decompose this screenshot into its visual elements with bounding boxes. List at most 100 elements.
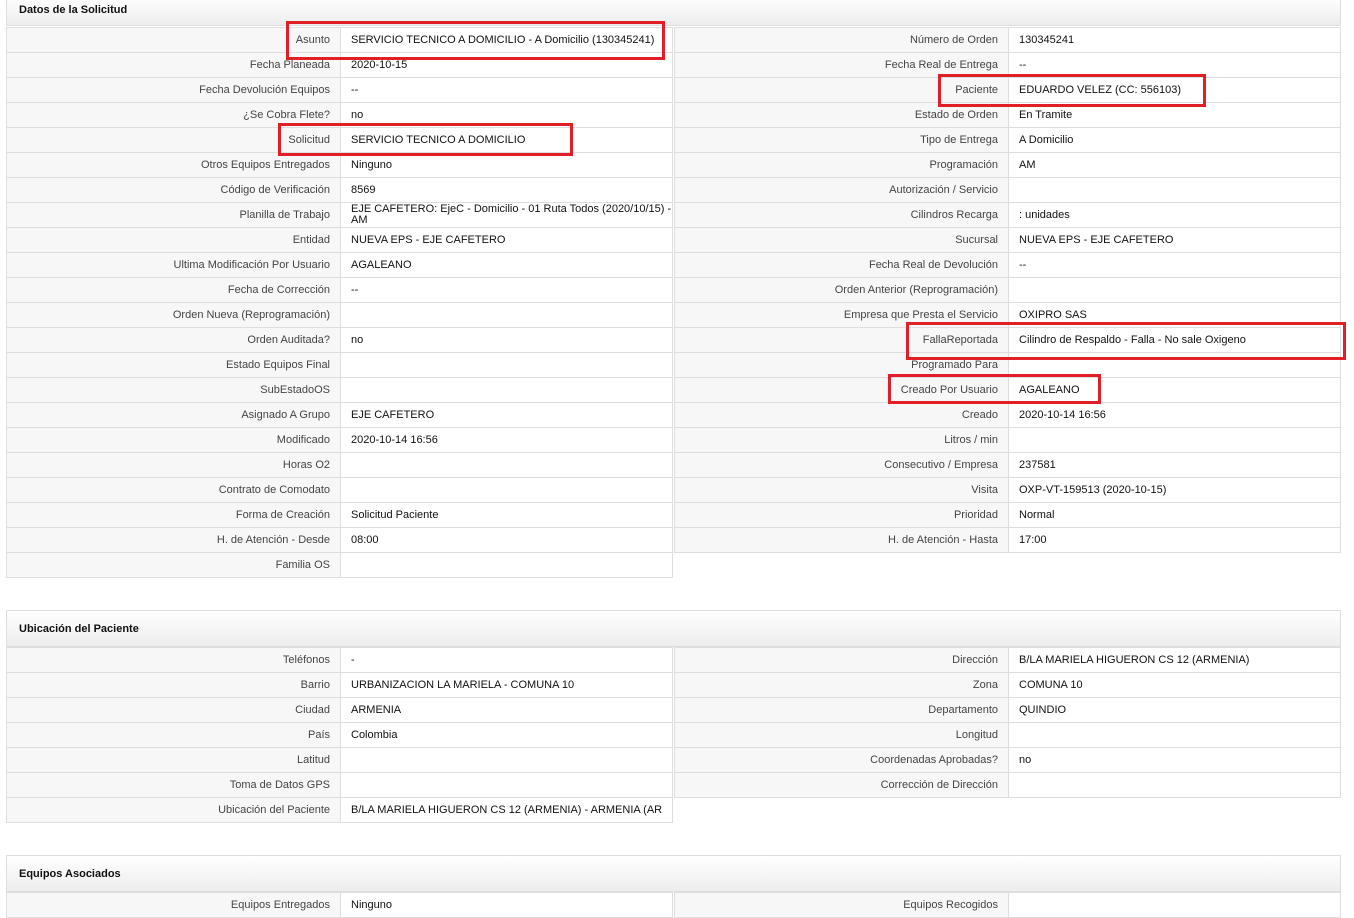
head-solicitud: Datos de la Solicitud — [6, 0, 1341, 26]
field-label-toma-de-datos-gps: Toma de Datos GPS — [6, 772, 341, 798]
field-label-fecha-devolucion-equipos: Fecha Devolución Equipos — [6, 77, 341, 103]
field-label-orden-auditada: Orden Auditada? — [6, 327, 341, 353]
field-value-zona: COMUNA 10 — [1008, 672, 1341, 698]
field-label-asignado-a-grupo: Asignado A Grupo — [6, 402, 341, 428]
field-value-ciudad: ARMENIA — [340, 697, 673, 723]
field-label-estado-de-orden: Estado de Orden — [674, 102, 1009, 128]
field-value-fallareportada: Cilindro de Respaldo - Falla - No sale O… — [1008, 327, 1341, 353]
field-value-modificado: 2020-10-14 16:56 — [340, 427, 673, 453]
head-equipos: Equipos Asociados — [6, 855, 1341, 892]
field-label-contrato-de-comodato: Contrato de Comodato — [6, 477, 341, 503]
field-label-equipos-entregados: Equipos Entregados — [6, 892, 341, 918]
field-value-programacion: AM — [1008, 152, 1341, 178]
field-label-longitud: Longitud — [674, 722, 1009, 748]
field-value-otros-equipos-entregados: Ninguno — [340, 152, 673, 178]
field-value-fecha-real-de-devolucion: -- — [1008, 252, 1341, 278]
field-label-latitud: Latitud — [6, 747, 341, 773]
field-value-barrio: URBANIZACION LA MARIELA - COMUNA 10 — [340, 672, 673, 698]
field-value-asignado-a-grupo: EJE CAFETERO — [340, 402, 673, 428]
head-ubicacion: Ubicación del Paciente — [6, 610, 1341, 647]
field-label-zona: Zona — [674, 672, 1009, 698]
field-label-ubicacion-del-paciente: Ubicación del Paciente — [6, 797, 341, 823]
field-value-codigo-de-verificacion: 8569 — [340, 177, 673, 203]
field-label-ciudad: Ciudad — [6, 697, 341, 723]
field-value-equipos-entregados: Ninguno — [340, 892, 673, 918]
field-label-creado-por-usuario: Creado Por Usuario — [674, 377, 1009, 403]
field-label-equipos-recogidos: Equipos Recogidos — [674, 892, 1009, 918]
field-label-litros-min: Litros / min — [674, 427, 1009, 453]
field-value-equipos-recogidos — [1008, 892, 1341, 918]
field-label-fecha-planeada: Fecha Planeada — [6, 52, 341, 78]
field-label-direccion: Dirección — [674, 647, 1009, 673]
field-label-forma-de-creacion: Forma de Creación — [6, 502, 341, 528]
field-label-h-de-atencion-desde: H. de Atención - Desde — [6, 527, 341, 553]
field-value-programado-para — [1008, 352, 1341, 378]
field-label-fecha-real-de-entrega: Fecha Real de Entrega — [674, 52, 1009, 78]
field-value-sucursal: NUEVA EPS - EJE CAFETERO — [1008, 227, 1341, 253]
field-value-numero-de-orden: 130345241 — [1008, 27, 1341, 53]
field-label-se-cobra-flete: ¿Se Cobra Flete? — [6, 102, 341, 128]
field-label-consecutivo-empresa: Consecutivo / Empresa — [674, 452, 1009, 478]
field-label-numero-de-orden: Número de Orden — [674, 27, 1009, 53]
field-value-litros-min — [1008, 427, 1341, 453]
field-value-latitud — [340, 747, 673, 773]
field-label-barrio: Barrio — [6, 672, 341, 698]
field-value-empresa-que-presta-el-servicio: OXIPRO SAS — [1008, 302, 1341, 328]
field-label-autorizacion-servicio: Autorización / Servicio — [674, 177, 1009, 203]
field-value-h-de-atencion-hasta: 17:00 — [1008, 527, 1341, 553]
field-value-estado-de-orden: En Tramite — [1008, 102, 1341, 128]
field-label-planilla-de-trabajo: Planilla de Trabajo — [6, 202, 341, 228]
field-label-departamento: Departamento — [674, 697, 1009, 723]
field-value-ubicacion-del-paciente: B/LA MARIELA HIGUERON CS 12 (ARMENIA) - … — [340, 797, 673, 823]
field-label-creado: Creado — [674, 402, 1009, 428]
field-label-solicitud: Solicitud — [6, 127, 341, 153]
field-value-departamento: QUINDIO — [1008, 697, 1341, 723]
field-label-tipo-de-entrega: Tipo de Entrega — [674, 127, 1009, 153]
field-value-paciente: EDUARDO VELEZ (CC: 556103) — [1008, 77, 1341, 103]
field-value-tipo-de-entrega: A Domicilio — [1008, 127, 1341, 153]
field-label-subestadoos: SubEstadoOS — [6, 377, 341, 403]
field-label-codigo-de-verificacion: Código de Verificación — [6, 177, 341, 203]
section-title: Equipos Asociados — [19, 868, 121, 880]
field-value-orden-auditada: no — [340, 327, 673, 353]
field-label-estado-equipos-final: Estado Equipos Final — [6, 352, 341, 378]
field-label-modificado: Modificado — [6, 427, 341, 453]
field-label-paciente: Paciente — [674, 77, 1009, 103]
field-value-pais: Colombia — [340, 722, 673, 748]
field-label-cilindros-recarga: Cilindros Recarga — [674, 202, 1009, 228]
field-value-h-de-atencion-desde: 08:00 — [340, 527, 673, 553]
field-label-asunto: Asunto — [6, 27, 341, 53]
field-label-otros-equipos-entregados: Otros Equipos Entregados — [6, 152, 341, 178]
field-value-subestadoos — [340, 377, 673, 403]
field-value-telefonos: - — [340, 647, 673, 673]
field-label-correccion-de-direccion: Corrección de Dirección — [674, 772, 1009, 798]
field-label-visita: Visita — [674, 477, 1009, 503]
field-value-fecha-devolucion-equipos: -- — [340, 77, 673, 103]
field-label-pais: País — [6, 722, 341, 748]
field-value-fecha-de-correccion: -- — [340, 277, 673, 303]
field-value-prioridad: Normal — [1008, 502, 1341, 528]
field-value-direccion: B/LA MARIELA HIGUERON CS 12 (ARMENIA) — [1008, 647, 1341, 673]
field-value-entidad: NUEVA EPS - EJE CAFETERO — [340, 227, 673, 253]
field-value-correccion-de-direccion — [1008, 772, 1341, 798]
field-label-sucursal: Sucursal — [674, 227, 1009, 253]
field-value-ultima-modificacion-por-usuario: AGALEANO — [340, 252, 673, 278]
field-value-estado-equipos-final — [340, 352, 673, 378]
field-label-fecha-de-correccion: Fecha de Corrección — [6, 277, 341, 303]
field-label-telefonos: Teléfonos — [6, 647, 341, 673]
field-value-toma-de-datos-gps — [340, 772, 673, 798]
field-label-entidad: Entidad — [6, 227, 341, 253]
field-label-h-de-atencion-hasta: H. de Atención - Hasta — [674, 527, 1009, 553]
field-label-orden-nueva-reprogramacion: Orden Nueva (Reprogramación) — [6, 302, 341, 328]
field-value-fecha-real-de-entrega: -- — [1008, 52, 1341, 78]
field-label-prioridad: Prioridad — [674, 502, 1009, 528]
field-label-empresa-que-presta-el-servicio: Empresa que Presta el Servicio — [674, 302, 1009, 328]
field-value-creado: 2020-10-14 16:56 — [1008, 402, 1341, 428]
field-value-consecutivo-empresa: 237581 — [1008, 452, 1341, 478]
field-value-visita: OXP-VT-159513 (2020-10-15) — [1008, 477, 1341, 503]
section-title: Ubicación del Paciente — [19, 623, 139, 635]
field-value-contrato-de-comodato — [340, 477, 673, 503]
field-value-orden-nueva-reprogramacion — [340, 302, 673, 328]
field-label-horas-o2: Horas O2 — [6, 452, 341, 478]
field-value-creado-por-usuario: AGALEANO — [1008, 377, 1341, 403]
